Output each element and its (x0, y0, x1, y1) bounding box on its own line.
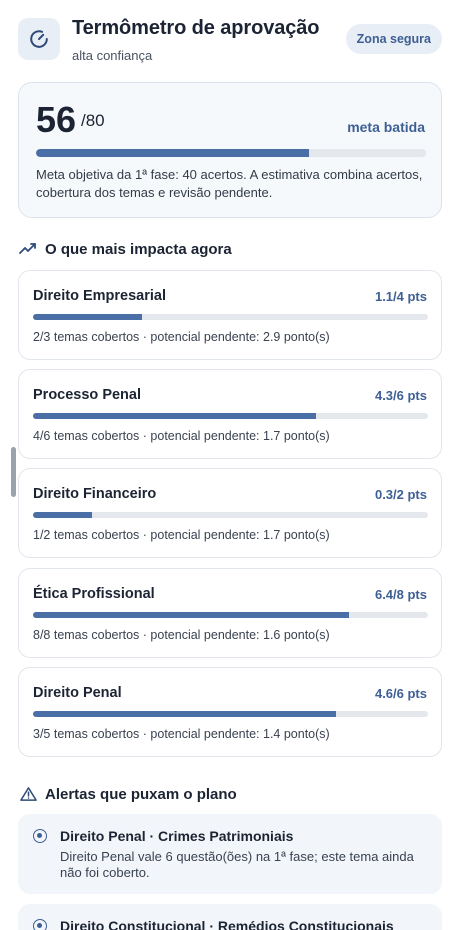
subject-name: Processo Penal (33, 387, 141, 403)
subject-info: 4/6 temas cobertos · potencial pendente:… (33, 429, 330, 443)
warning-triangle-icon (18, 785, 38, 803)
alert-card[interactable]: Direito Penal · Crimes Patrimoniais Dire… (18, 814, 442, 894)
radio-icon (33, 919, 47, 930)
alert-body: Direito Penal vale 6 questão(ões) na 1ª … (60, 849, 414, 880)
subject-progress-track (33, 314, 428, 320)
subject-points: 4.6/6 pts (374, 686, 427, 701)
radio-icon (33, 829, 47, 843)
score-progress-track (36, 149, 426, 157)
subject-progress-fill (33, 314, 142, 320)
goal-status: meta batida (347, 119, 425, 135)
subject-progress-track (33, 612, 428, 618)
subject-progress-fill (33, 711, 336, 717)
subject-info: 3/5 temas cobertos · potencial pendente:… (33, 727, 330, 741)
zone-badge: Zona segura (345, 24, 442, 54)
trending-up-icon (18, 240, 38, 258)
subject-card[interactable]: Ética Profissional 6.4/8 pts 8/8 temas c… (18, 568, 442, 658)
subject-name: Direito Financeiro (33, 486, 157, 502)
score-description: Meta objetiva da 1ª fase: 40 acertos. A … (36, 167, 423, 200)
score-value: 56 (36, 99, 77, 140)
alert-card[interactable]: Direito Constitucional · Remédios Consti… (18, 904, 442, 930)
scrollbar-handle[interactable] (11, 447, 16, 497)
subject-name: Ética Profissional (33, 586, 155, 602)
score-progress-fill (36, 149, 309, 157)
subject-info: 8/8 temas cobertos · potencial pendente:… (33, 628, 330, 642)
score-total: /80 (81, 111, 105, 130)
subject-name: Direito Penal (33, 685, 122, 701)
page-title: Termômetro de aprovação (72, 17, 320, 39)
subject-info: 1/2 temas cobertos · potencial pendente:… (33, 528, 330, 542)
subject-progress-fill (33, 512, 93, 518)
alert-title: Direito Constitucional · Remédios Consti… (60, 918, 394, 930)
subject-name: Direito Empresarial (33, 288, 166, 304)
subject-points: 0.3/2 pts (374, 487, 427, 502)
subject-progress-fill (33, 413, 317, 419)
subject-progress-track (33, 512, 428, 518)
score-card: 56 /80 meta batida Meta objetiva da 1ª f… (18, 82, 442, 218)
confidence-label: alta confiança (72, 48, 153, 63)
subject-info: 2/3 temas cobertos · potencial pendente:… (33, 330, 330, 344)
subject-card[interactable]: Direito Empresarial 1.1/4 pts 2/3 temas … (18, 270, 442, 360)
subject-card[interactable]: Direito Financeiro 0.3/2 pts 1/2 temas c… (18, 468, 442, 558)
subject-progress-track (33, 413, 428, 419)
subject-progress-fill (33, 612, 349, 618)
subject-progress-track (33, 711, 428, 717)
subject-card[interactable]: Processo Penal 4.3/6 pts 4/6 temas cober… (18, 369, 442, 459)
alerts-section-label: Alertas que puxam o plano (45, 785, 237, 803)
alerts-section-title: Alertas que puxam o plano (18, 785, 237, 803)
alert-title: Direito Penal · Crimes Patrimoniais (60, 828, 294, 844)
subject-card[interactable]: Direito Penal 4.6/6 pts 3/5 temas cobert… (18, 667, 442, 757)
subject-points: 4.3/6 pts (374, 388, 427, 403)
gauge-icon (18, 18, 60, 60)
impact-section-title: O que mais impacta agora (18, 240, 232, 258)
app-header: Termômetro de aprovação alta confiança Z… (18, 16, 442, 68)
subject-points: 6.4/8 pts (374, 587, 427, 602)
impact-section-label: O que mais impacta agora (45, 240, 232, 258)
subject-points: 1.1/4 pts (374, 289, 427, 304)
